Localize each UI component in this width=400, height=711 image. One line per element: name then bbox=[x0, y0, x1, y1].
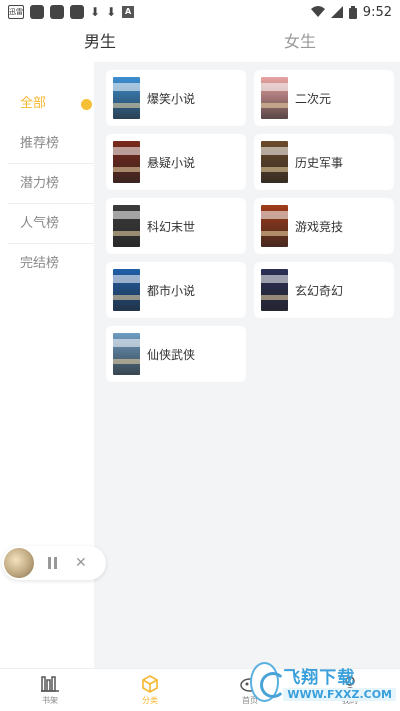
clock: 9:52 bbox=[362, 4, 392, 20]
watermark-main-text: 飞翔下载 bbox=[283, 668, 356, 688]
category-card-history-military[interactable]: 历史军事 bbox=[254, 134, 394, 190]
nav-label: 书架 bbox=[42, 695, 58, 705]
status-left: 迅雷 ⬇ ⬇ A bbox=[8, 5, 135, 19]
category-card-mystery[interactable]: 悬疑小说 bbox=[106, 134, 246, 190]
nav-label: 分类 bbox=[142, 695, 158, 705]
notification-icon bbox=[30, 5, 44, 19]
book-cover-image bbox=[113, 77, 140, 119]
category-cube-icon bbox=[140, 674, 160, 693]
app-notification-icon: 迅雷 bbox=[8, 5, 24, 19]
bookshelf-icon bbox=[40, 675, 60, 693]
sidebar-item-label: 潜力榜 bbox=[20, 176, 60, 191]
download-icon: ⬇ bbox=[106, 5, 117, 19]
watermark-text: 飞翔下载 WWW.FXXZ.COM bbox=[283, 663, 396, 701]
tab-female[interactable]: 女生 bbox=[200, 24, 400, 60]
watermark-logo-icon bbox=[250, 662, 287, 702]
nav-category[interactable]: 分类 bbox=[100, 669, 200, 711]
book-cover-image bbox=[261, 141, 288, 183]
sidebar-item-completed[interactable]: 完结榜 bbox=[0, 244, 94, 284]
category-label: 都市小说 bbox=[147, 283, 196, 298]
floating-audio-player[interactable]: ✕ bbox=[2, 546, 106, 580]
player-cover-avatar[interactable] bbox=[4, 548, 34, 578]
sidebar-item-recommended[interactable]: 推荐榜 bbox=[0, 124, 94, 164]
category-label: 科幻末世 bbox=[147, 219, 196, 234]
category-card-xianxia[interactable]: 仙侠武侠 bbox=[106, 326, 246, 382]
status-right: 9:52 bbox=[310, 4, 392, 20]
category-grid: 爆笑小说 二次元 悬疑小说 历史军事 科幻末世 游戏竞技 都市小说 玄幻奇幻 仙… bbox=[106, 70, 396, 382]
category-card-fantasy[interactable]: 玄幻奇幻 bbox=[254, 262, 394, 318]
sidebar-item-potential[interactable]: 潜力榜 bbox=[0, 164, 94, 204]
book-cover-image bbox=[261, 205, 288, 247]
sidebar-item-label: 完结榜 bbox=[20, 256, 60, 271]
category-label: 游戏竞技 bbox=[295, 219, 344, 234]
tab-male[interactable]: 男生 bbox=[0, 24, 200, 60]
signal-icon bbox=[330, 6, 343, 18]
status-bar: 迅雷 ⬇ ⬇ A 9:52 bbox=[0, 0, 400, 24]
category-label: 玄幻奇幻 bbox=[295, 283, 344, 298]
category-label: 仙侠武侠 bbox=[147, 347, 196, 362]
sidebar-item-all[interactable]: 全部 bbox=[0, 84, 94, 124]
category-label: 历史军事 bbox=[295, 155, 344, 170]
gender-tabs: 男生 女生 bbox=[0, 24, 400, 60]
category-card-urban[interactable]: 都市小说 bbox=[106, 262, 246, 318]
category-label: 爆笑小说 bbox=[147, 91, 196, 106]
nav-bookshelf[interactable]: 书架 bbox=[0, 669, 100, 711]
close-icon[interactable]: ✕ bbox=[75, 555, 87, 571]
battery-icon bbox=[348, 5, 357, 19]
pause-icon[interactable] bbox=[48, 557, 57, 569]
letter-a-icon: A bbox=[122, 6, 135, 18]
sidebar-item-label: 人气榜 bbox=[20, 216, 60, 231]
download-icon: ⬇ bbox=[90, 5, 101, 19]
book-cover-image bbox=[261, 269, 288, 311]
watermark-url: WWW.FXXZ.COM bbox=[283, 688, 396, 701]
category-card-anime[interactable]: 二次元 bbox=[254, 70, 394, 126]
category-panel: 爆笑小说 二次元 悬疑小说 历史军事 科幻末世 游戏竞技 都市小说 玄幻奇幻 仙… bbox=[94, 62, 400, 668]
notification-icon bbox=[70, 5, 84, 19]
category-label: 悬疑小说 bbox=[147, 155, 196, 170]
sidebar-item-label: 推荐榜 bbox=[20, 136, 60, 151]
sidebar-item-label: 全部 bbox=[20, 96, 47, 111]
book-cover-image bbox=[113, 205, 140, 247]
book-cover-image bbox=[113, 333, 140, 375]
category-card-gaming[interactable]: 游戏竞技 bbox=[254, 198, 394, 254]
book-cover-image bbox=[261, 77, 288, 119]
category-label: 二次元 bbox=[295, 91, 332, 106]
notification-icon bbox=[50, 5, 64, 19]
sidebar-item-popular[interactable]: 人气榜 bbox=[0, 204, 94, 244]
category-card-scifi[interactable]: 科幻末世 bbox=[106, 198, 246, 254]
book-cover-image bbox=[113, 269, 140, 311]
book-cover-image bbox=[113, 141, 140, 183]
wifi-icon bbox=[310, 6, 325, 17]
category-card-humor[interactable]: 爆笑小说 bbox=[106, 70, 246, 126]
active-indicator-dot bbox=[81, 99, 92, 110]
site-watermark: 飞翔下载 WWW.FXXZ.COM bbox=[250, 657, 396, 707]
